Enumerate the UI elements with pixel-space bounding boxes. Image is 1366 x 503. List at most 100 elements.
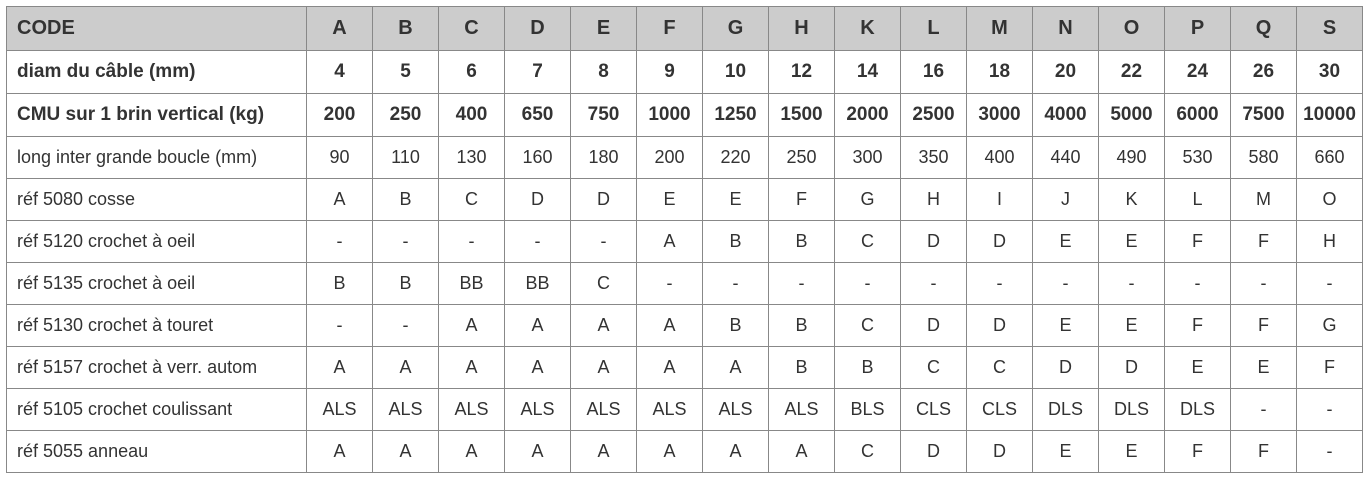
- cell: A: [373, 347, 439, 389]
- cell: ALS: [571, 389, 637, 431]
- cell: -: [505, 221, 571, 263]
- cell: -: [835, 263, 901, 305]
- cell: 4000: [1033, 94, 1099, 137]
- cell: A: [505, 347, 571, 389]
- header-col: D: [505, 7, 571, 51]
- cell: F: [1297, 347, 1363, 389]
- cell: -: [439, 221, 505, 263]
- cell: 110: [373, 137, 439, 179]
- cell: 750: [571, 94, 637, 137]
- cell: A: [637, 221, 703, 263]
- cell: -: [1033, 263, 1099, 305]
- cell: A: [307, 431, 373, 473]
- cell: -: [1297, 431, 1363, 473]
- cell: 26: [1231, 51, 1297, 94]
- table-row: long inter grande boucle (mm)90110130160…: [7, 137, 1363, 179]
- header-col: E: [571, 7, 637, 51]
- cell: A: [637, 431, 703, 473]
- cell: 490: [1099, 137, 1165, 179]
- cell: B: [769, 305, 835, 347]
- cell: 650: [505, 94, 571, 137]
- cell: 1500: [769, 94, 835, 137]
- header-col: N: [1033, 7, 1099, 51]
- cell: CLS: [967, 389, 1033, 431]
- cell: G: [1297, 305, 1363, 347]
- cell: B: [703, 221, 769, 263]
- header-code: CODE: [7, 7, 307, 51]
- cell: 1000: [637, 94, 703, 137]
- header-col: S: [1297, 7, 1363, 51]
- table-row: réf 5080 cosseABCDDEEFGHIJKLMO: [7, 179, 1363, 221]
- cell: M: [1231, 179, 1297, 221]
- header-col: F: [637, 7, 703, 51]
- cell: C: [835, 431, 901, 473]
- cell: -: [373, 305, 439, 347]
- cell: 1250: [703, 94, 769, 137]
- cell: D: [967, 431, 1033, 473]
- cell: 6000: [1165, 94, 1231, 137]
- row-label: réf 5130 crochet à touret: [7, 305, 307, 347]
- cell: -: [571, 221, 637, 263]
- cell: 400: [439, 94, 505, 137]
- cell: H: [1297, 221, 1363, 263]
- table-row: réf 5135 crochet à oeilBBBBBBC----------…: [7, 263, 1363, 305]
- cell: B: [769, 221, 835, 263]
- cell: -: [1231, 263, 1297, 305]
- cell: C: [571, 263, 637, 305]
- cell: A: [703, 431, 769, 473]
- cell: 250: [373, 94, 439, 137]
- cell: 20: [1033, 51, 1099, 94]
- cell: 200: [637, 137, 703, 179]
- cell: C: [835, 305, 901, 347]
- cell: 180: [571, 137, 637, 179]
- cell: 660: [1297, 137, 1363, 179]
- cell: E: [1033, 431, 1099, 473]
- table-row: CMU sur 1 brin vertical (kg)200250400650…: [7, 94, 1363, 137]
- cell: CLS: [901, 389, 967, 431]
- cell: -: [307, 305, 373, 347]
- table-row: réf 5120 crochet à oeil-----ABBCDDEEFFH: [7, 221, 1363, 263]
- cell: ALS: [703, 389, 769, 431]
- cell: I: [967, 179, 1033, 221]
- cell: E: [703, 179, 769, 221]
- cell: A: [505, 431, 571, 473]
- cell: -: [1165, 263, 1231, 305]
- row-label: réf 5105 crochet coulissant: [7, 389, 307, 431]
- row-label: réf 5157 crochet à verr. autom: [7, 347, 307, 389]
- header-col: O: [1099, 7, 1165, 51]
- cell: 18: [967, 51, 1033, 94]
- cell: 5: [373, 51, 439, 94]
- cell: 440: [1033, 137, 1099, 179]
- cell: D: [901, 221, 967, 263]
- table-row: réf 5130 crochet à touret--AAAABBCDDEEFF…: [7, 305, 1363, 347]
- cell: -: [373, 221, 439, 263]
- cell: 12: [769, 51, 835, 94]
- cell: 4: [307, 51, 373, 94]
- row-label: CMU sur 1 brin vertical (kg): [7, 94, 307, 137]
- cell: 16: [901, 51, 967, 94]
- cell: -: [1297, 389, 1363, 431]
- cell: BB: [505, 263, 571, 305]
- cell: A: [571, 347, 637, 389]
- cell: -: [703, 263, 769, 305]
- cell: -: [1231, 389, 1297, 431]
- cell: E: [1099, 431, 1165, 473]
- cell: 3000: [967, 94, 1033, 137]
- cell: 5000: [1099, 94, 1165, 137]
- cell: BB: [439, 263, 505, 305]
- table-row: diam du câble (mm)4567891012141618202224…: [7, 51, 1363, 94]
- cell: C: [901, 347, 967, 389]
- cell: DLS: [1165, 389, 1231, 431]
- cell: -: [901, 263, 967, 305]
- cell: A: [373, 431, 439, 473]
- cell: A: [571, 431, 637, 473]
- header-col: G: [703, 7, 769, 51]
- header-col: M: [967, 7, 1033, 51]
- cell: B: [373, 179, 439, 221]
- cell: 6: [439, 51, 505, 94]
- cell: D: [901, 431, 967, 473]
- cell: D: [901, 305, 967, 347]
- cell: 530: [1165, 137, 1231, 179]
- table-body: diam du câble (mm)4567891012141618202224…: [7, 51, 1363, 473]
- header-col: P: [1165, 7, 1231, 51]
